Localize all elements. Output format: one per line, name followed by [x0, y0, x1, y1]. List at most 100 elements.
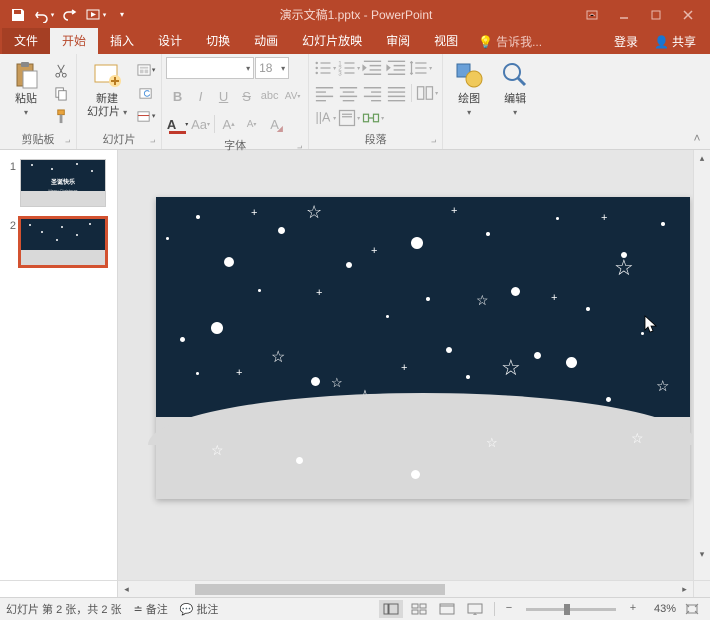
tab-home[interactable]: 开始: [50, 28, 98, 54]
text-direction-button[interactable]: ||A▾: [313, 107, 336, 129]
decrease-font-button[interactable]: A▾: [240, 113, 263, 135]
maximize-button[interactable]: [642, 4, 670, 26]
tell-me-search[interactable]: 💡告诉我...: [470, 29, 550, 54]
zoom-level[interactable]: 43%: [644, 603, 676, 615]
scroll-thumb[interactable]: [195, 584, 445, 595]
increase-indent-button[interactable]: [385, 57, 408, 79]
paste-icon: [10, 59, 42, 91]
share-button[interactable]: 👤共享: [646, 29, 704, 54]
notes-button[interactable]: ≐备注: [134, 601, 168, 617]
shapes-icon: [453, 59, 485, 91]
thumbnail-slide-2[interactable]: [20, 218, 106, 266]
mouse-cursor: [644, 315, 658, 335]
slide-thumbnails-panel: 1 圣诞快乐 Merry Christmas 2: [0, 150, 118, 580]
caret-icon: ▾: [513, 108, 517, 117]
comments-button[interactable]: 💬批注: [180, 601, 219, 617]
tab-slideshow[interactable]: 幻灯片放映: [290, 28, 374, 54]
align-center-button[interactable]: [337, 82, 360, 104]
slide-canvas[interactable]: ☆ ☆ ☆ ☆ ☆ ☆ ☆ ☆ + + + + + + + + ☆ ☆ ☆: [156, 197, 690, 499]
share-label: 共享: [672, 33, 696, 50]
format-painter-button[interactable]: [50, 105, 72, 127]
close-button[interactable]: [674, 4, 702, 26]
collapse-ribbon-button[interactable]: ˄: [688, 131, 706, 145]
chevron-down-icon: ▾: [243, 64, 250, 73]
columns-button[interactable]: ▾: [415, 82, 438, 104]
statusbar: 幻灯片 第 2 张，共 2 张 ≐备注 💬批注 − + 43%: [0, 597, 710, 620]
zoom-out-button[interactable]: −: [502, 602, 516, 616]
group-clipboard-label: 剪贴板: [4, 129, 72, 149]
slide-counter[interactable]: 幻灯片 第 2 张，共 2 张: [6, 601, 122, 617]
tab-design[interactable]: 设计: [146, 28, 194, 54]
smartart-button[interactable]: ▾: [361, 107, 384, 129]
chevron-down-icon: ▾: [278, 64, 285, 73]
thumbnail-number: 1: [6, 159, 16, 207]
section-button[interactable]: ▾: [135, 105, 157, 127]
find-icon: [499, 59, 531, 91]
change-case-button[interactable]: Aa▾: [189, 113, 212, 135]
signin-button[interactable]: 登录: [606, 29, 646, 54]
scroll-right-button[interactable]: ▸: [676, 581, 693, 598]
underline-button[interactable]: U: [212, 85, 235, 107]
character-spacing-button[interactable]: AV▾: [281, 85, 304, 107]
scroll-up-button[interactable]: ▴: [694, 150, 710, 167]
ribbon-options-button[interactable]: [578, 4, 606, 26]
lightbulb-icon: 💡: [478, 35, 493, 49]
cut-button[interactable]: [50, 59, 72, 81]
minimize-button[interactable]: [610, 4, 638, 26]
scroll-down-button[interactable]: ▾: [694, 546, 710, 563]
start-from-beginning-button[interactable]: ▾: [84, 3, 108, 27]
font-color-button[interactable]: A▾: [166, 113, 189, 135]
new-slide-label: 新建幻灯片 ▾: [87, 93, 127, 119]
group-font: ▾ 18▾ B I U S abc AV▾ A▾ Aa▾ A▴ A▾ A◢ 字体: [162, 54, 309, 149]
thumbnail-slide-1[interactable]: 圣诞快乐 Merry Christmas: [20, 159, 106, 207]
shadow-button[interactable]: abc: [258, 85, 281, 107]
decrease-indent-button[interactable]: [361, 57, 384, 79]
strikethrough-button[interactable]: S: [235, 85, 258, 107]
thumbnail-number: 2: [6, 218, 16, 266]
zoom-slider[interactable]: [526, 608, 616, 611]
editing-button[interactable]: 编辑 ▾: [493, 57, 537, 119]
qat-customize-button[interactable]: ▾: [110, 3, 134, 27]
bold-button[interactable]: B: [166, 85, 189, 107]
layout-button[interactable]: ▾: [135, 59, 157, 81]
tab-file[interactable]: 文件: [2, 28, 50, 54]
group-slides: 新建幻灯片 ▾ ▾ ▾ 幻灯片: [77, 54, 162, 149]
undo-button[interactable]: ▾: [32, 3, 56, 27]
new-slide-button[interactable]: 新建幻灯片 ▾: [81, 57, 133, 121]
font-size-combo[interactable]: 18▾: [255, 57, 289, 79]
clear-formatting-button[interactable]: A◢: [263, 113, 286, 135]
numbering-button[interactable]: 123▾: [337, 57, 360, 79]
scroll-left-button[interactable]: ◂: [118, 581, 135, 598]
bullets-button[interactable]: ▾: [313, 57, 336, 79]
zoom-handle[interactable]: [564, 604, 570, 615]
font-family-combo[interactable]: ▾: [166, 57, 254, 79]
zoom-in-button[interactable]: +: [626, 602, 640, 616]
line-spacing-button[interactable]: ▾: [409, 57, 432, 79]
align-right-button[interactable]: [361, 82, 384, 104]
separator: [411, 84, 412, 102]
horizontal-scrollbar[interactable]: ◂ ▸: [118, 580, 693, 597]
drawing-label: 绘图: [458, 93, 480, 106]
tab-review[interactable]: 审阅: [374, 28, 422, 54]
scroll-track[interactable]: [135, 581, 676, 598]
reset-button[interactable]: [135, 82, 157, 104]
group-paragraph: ▾ 123▾ ▾ ▾ ||A▾ ▾ ▾ 段落: [309, 54, 443, 149]
drawing-button[interactable]: 绘图 ▾: [447, 57, 491, 119]
caret-icon: ▾: [467, 108, 471, 117]
tab-transitions[interactable]: 切换: [194, 28, 242, 54]
tab-view[interactable]: 视图: [422, 28, 470, 54]
tab-insert[interactable]: 插入: [98, 28, 146, 54]
increase-font-button[interactable]: A▴: [217, 113, 240, 135]
save-button[interactable]: [6, 3, 30, 27]
justify-button[interactable]: [385, 82, 408, 104]
slide-editor[interactable]: ☆ ☆ ☆ ☆ ☆ ☆ ☆ ☆ + + + + + + + + ☆ ☆ ☆: [118, 150, 693, 580]
redo-button[interactable]: [58, 3, 82, 27]
caret-icon: ▾: [24, 108, 28, 117]
paste-button[interactable]: 粘贴 ▾: [4, 57, 48, 119]
vertical-scrollbar[interactable]: ▴ ▾: [693, 150, 710, 580]
italic-button[interactable]: I: [189, 85, 212, 107]
align-text-button[interactable]: ▾: [337, 107, 360, 129]
copy-button[interactable]: [50, 82, 72, 104]
tab-animations[interactable]: 动画: [242, 28, 290, 54]
align-left-button[interactable]: [313, 82, 336, 104]
